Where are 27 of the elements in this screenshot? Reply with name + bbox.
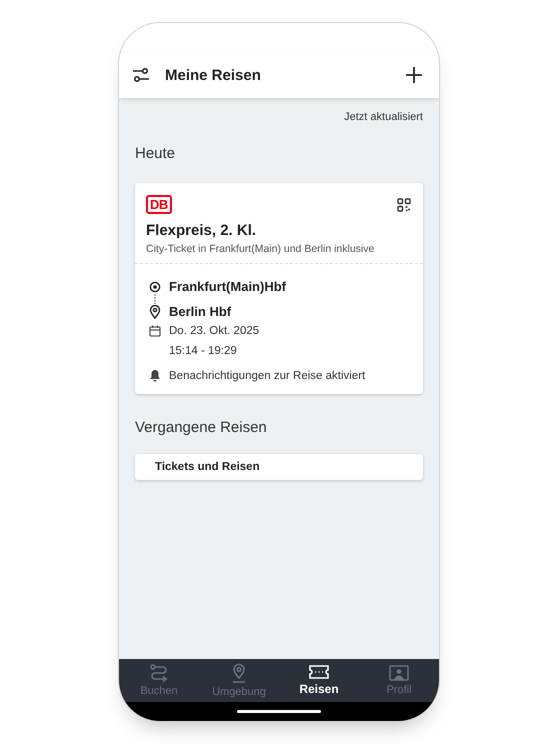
ticket-card[interactable]: DB Flexpreis, 2. Kl. City-Ticket in Frankfurt(Main) und Berlin inklusive Frankfurt(Main)Hbf Berlin Hbf Do. 23. Okt. 2025 15:14 - 19:29 Benachrichtigungen zur Reise aktiviert (135, 183, 423, 394)
ticket-subtitle: City-Ticket in Frankfurt(Main) und Berlin inklusive (146, 243, 376, 255)
location-pin-icon (231, 663, 247, 683)
section-heading: Vergangene Reisen (135, 419, 268, 436)
origin-station: Frankfurt(Main)Hbf (169, 279, 287, 294)
profile-icon (389, 665, 409, 681)
route-icon (149, 664, 169, 682)
tickets-button[interactable]: Tickets und Reisen (135, 454, 423, 480)
notification-status: Benachrichtigungen zur Reise aktiviert (169, 370, 366, 382)
qr-code-icon[interactable] (396, 196, 412, 212)
section-heading: Heute (135, 145, 176, 162)
destination-station: Berlin Hbf (169, 304, 232, 319)
ticket-title: Flexpreis, 2. Kl. (146, 222, 258, 239)
route-line (154, 294, 156, 304)
update-status: Jetzt aktualisiert (344, 111, 423, 123)
logo: DB (146, 195, 172, 214)
nav-tab[interactable]: Reisen (279, 659, 359, 702)
bell-icon (149, 369, 161, 382)
add-icon[interactable] (405, 66, 423, 84)
trip-time: 15:14 - 19:29 (169, 345, 238, 357)
origin-icon (149, 280, 161, 292)
screen-title: Meine Reisen (165, 66, 262, 84)
ticket-icon (309, 665, 329, 679)
location-pin-icon (149, 304, 161, 318)
trip-date: Do. 23. Okt. 2025 (169, 325, 260, 337)
calendar-icon (149, 325, 161, 337)
filter-icon[interactable] (132, 68, 150, 82)
